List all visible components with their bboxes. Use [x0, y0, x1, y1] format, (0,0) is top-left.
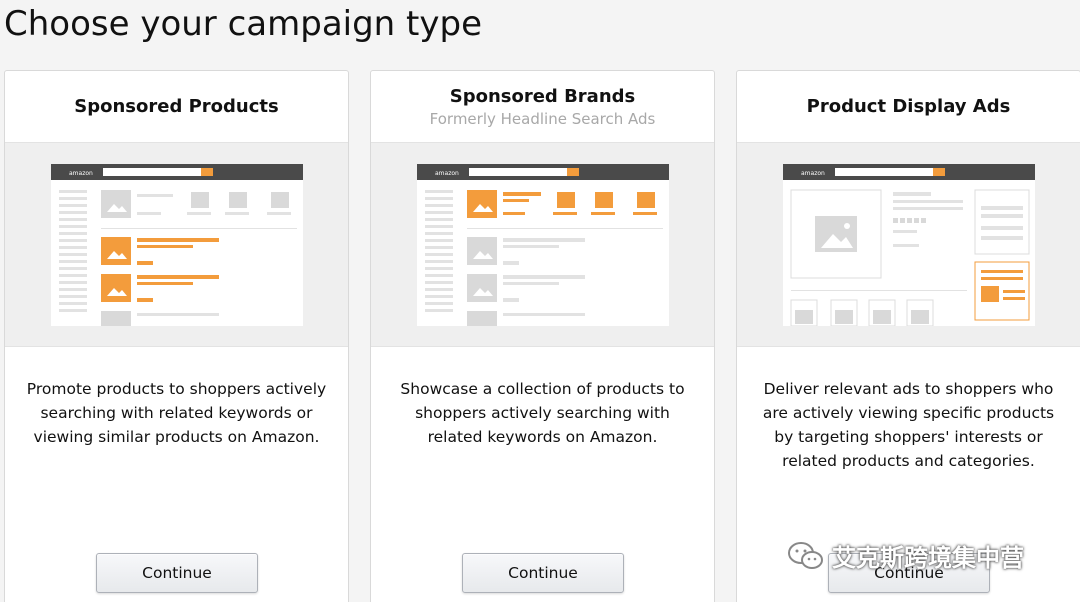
campaign-type-page: Choose your campaign type Sponsored Prod… — [0, 0, 1080, 602]
page-title: Choose your campaign type — [4, 4, 482, 44]
card-description: Deliver relevant ads to shoppers who are… — [762, 380, 1055, 470]
card-sponsored-brands: Sponsored Brands Formerly Headline Searc… — [370, 70, 715, 602]
wechat-icon — [788, 541, 823, 569]
sponsored-products-preview: amazon — [5, 143, 348, 347]
sponsored-products-illustration: amazon — [50, 163, 303, 326]
watermark-text: 艾克斯跨境集中营 — [832, 544, 1024, 572]
card-header: Product Display Ads — [737, 71, 1080, 143]
card-description: Promote products to shoppers actively se… — [26, 380, 327, 446]
continue-button-sponsored-products[interactable]: Continue — [96, 553, 258, 593]
amazon-logo-text: amazon — [435, 170, 459, 177]
card-subtitle: Formerly Headline Search Ads — [429, 109, 656, 128]
sponsored-brands-preview: amazon — [371, 143, 714, 347]
card-title: Product Display Ads — [806, 96, 1011, 117]
card-header: Sponsored Brands Formerly Headline Searc… — [371, 71, 714, 143]
product-display-ads-illustration: amazon — [782, 163, 1035, 326]
amazon-logo-text: amazon — [69, 170, 93, 177]
card-sponsored-products: Sponsored Products amazon Promote produc… — [4, 70, 349, 602]
continue-button-sponsored-brands[interactable]: Continue — [462, 553, 624, 593]
amazon-logo-text: amazon — [801, 170, 825, 177]
card-description: Showcase a collection of products to sho… — [400, 380, 685, 446]
card-product-display-ads: Product Display Ads amazon Deliver relev… — [736, 70, 1080, 602]
card-header: Sponsored Products — [5, 71, 348, 143]
sponsored-brands-illustration: amazon — [416, 163, 669, 326]
card-title: Sponsored Products — [74, 96, 279, 117]
product-display-ads-preview: amazon — [737, 143, 1080, 347]
watermark: 艾克斯跨境集中营 — [786, 538, 1024, 573]
card-title: Sponsored Brands — [449, 85, 636, 107]
